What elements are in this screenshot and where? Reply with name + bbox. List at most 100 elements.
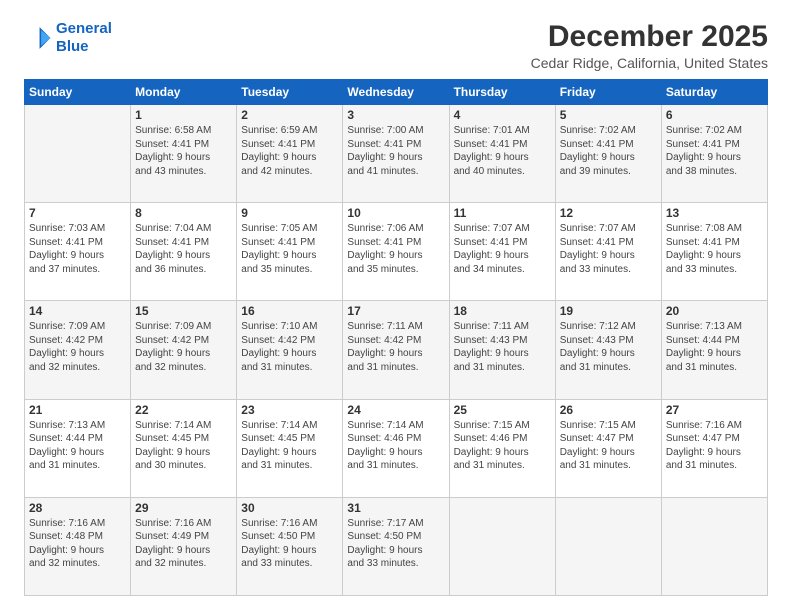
table-row: 27Sunrise: 7:16 AMSunset: 4:47 PMDayligh… [661, 399, 767, 497]
logo: General Blue [24, 20, 112, 56]
table-row [449, 497, 555, 595]
day-info: Sunrise: 7:08 AMSunset: 4:41 PMDaylight:… [666, 222, 763, 276]
day-number: 15 [135, 304, 232, 318]
calendar-week-3: 14 Sunrise: 7:09 AMSunset: 4:42 PMDayligh… [25, 301, 768, 399]
day-info: Sunrise: 7:15 AMSunset: 4:46 PMDaylight:… [454, 419, 551, 473]
day-number: 13 [666, 206, 763, 220]
day-number: 10 [347, 206, 444, 220]
table-row: 7Sunrise: 7:03 AMSunset: 4:41 PMDaylight… [25, 203, 131, 301]
day-info: Sunrise: 7:14 AMSunset: 4:45 PMDaylight:… [241, 419, 338, 473]
header: General Blue December 2025 Cedar Ridge, … [24, 20, 768, 71]
day-info: Sunrise: 7:16 AMSunset: 4:48 PMDaylight:… [29, 517, 126, 571]
table-row: 28 Sunrise: 7:16 AMSunset: 4:48 PMDayligh… [25, 497, 131, 595]
logo-text: General Blue [56, 20, 112, 56]
title-block: December 2025 Cedar Ridge, California, U… [531, 20, 768, 71]
table-row: 6 Sunrise: 7:02 AMSunset: 4:41 PMDaylight… [661, 105, 767, 203]
day-info: Sunrise: 7:13 AMSunset: 4:44 PMDaylight:… [666, 320, 763, 374]
day-number: 14 [29, 304, 126, 318]
day-info: Sunrise: 7:06 AMSunset: 4:41 PMDaylight:… [347, 222, 444, 276]
header-wednesday: Wednesday [343, 80, 449, 105]
day-number: 6 [666, 108, 763, 122]
day-number: 19 [560, 304, 657, 318]
table-row: 20Sunrise: 7:13 AMSunset: 4:44 PMDayligh… [661, 301, 767, 399]
calendar-table: Sunday Monday Tuesday Wednesday Thursday… [24, 79, 768, 596]
day-number: 22 [135, 403, 232, 417]
page: General Blue December 2025 Cedar Ridge, … [0, 0, 792, 612]
day-number: 21 [29, 403, 126, 417]
table-row: 18 Sunrise: 7:11 AMSunset: 4:43 PMDayligh… [449, 301, 555, 399]
day-info: Sunrise: 7:01 AMSunset: 4:41 PMDaylight:… [454, 124, 551, 178]
day-number: 28 [29, 501, 126, 515]
calendar-header-row: Sunday Monday Tuesday Wednesday Thursday… [25, 80, 768, 105]
table-row: 31 Sunrise: 7:17 AMSunset: 4:50 PMDayligh… [343, 497, 449, 595]
day-number: 9 [241, 206, 338, 220]
table-row: 11Sunrise: 7:07 AMSunset: 4:41 PMDayligh… [449, 203, 555, 301]
day-info: Sunrise: 7:11 AMSunset: 4:42 PMDaylight:… [347, 320, 444, 374]
day-number: 24 [347, 403, 444, 417]
calendar-week-2: 7Sunrise: 7:03 AMSunset: 4:41 PMDaylight… [25, 203, 768, 301]
day-info: Sunrise: 6:59 AMSunset: 4:41 PMDaylight:… [241, 124, 338, 178]
day-number: 18 [454, 304, 551, 318]
day-info: Sunrise: 7:13 AMSunset: 4:44 PMDaylight:… [29, 419, 126, 473]
day-number: 12 [560, 206, 657, 220]
calendar-week-1: 1 Sunrise: 6:58 AMSunset: 4:41 PMDaylight… [25, 105, 768, 203]
table-row: 30 Sunrise: 7:16 AMSunset: 4:50 PMDayligh… [237, 497, 343, 595]
table-row: 8 Sunrise: 7:04 AMSunset: 4:41 PMDaylight… [131, 203, 237, 301]
subtitle: Cedar Ridge, California, United States [531, 55, 768, 71]
main-title: December 2025 [531, 20, 768, 53]
table-row: 26 Sunrise: 7:15 AMSunset: 4:47 PMDayligh… [555, 399, 661, 497]
table-row: 1 Sunrise: 6:58 AMSunset: 4:41 PMDaylight… [131, 105, 237, 203]
day-info: Sunrise: 7:16 AMSunset: 4:50 PMDaylight:… [241, 517, 338, 571]
table-row: 2 Sunrise: 6:59 AMSunset: 4:41 PMDaylight… [237, 105, 343, 203]
day-info: Sunrise: 7:07 AMSunset: 4:41 PMDaylight:… [560, 222, 657, 276]
table-row: 14 Sunrise: 7:09 AMSunset: 4:42 PMDayligh… [25, 301, 131, 399]
day-number: 30 [241, 501, 338, 515]
table-row: 9Sunrise: 7:05 AMSunset: 4:41 PMDaylight… [237, 203, 343, 301]
day-info: Sunrise: 7:00 AMSunset: 4:41 PMDaylight:… [347, 124, 444, 178]
day-number: 26 [560, 403, 657, 417]
header-monday: Monday [131, 80, 237, 105]
table-row: 17 Sunrise: 7:11 AMSunset: 4:42 PMDayligh… [343, 301, 449, 399]
day-info: Sunrise: 7:15 AMSunset: 4:47 PMDaylight:… [560, 419, 657, 473]
header-friday: Friday [555, 80, 661, 105]
calendar-week-4: 21 Sunrise: 7:13 AMSunset: 4:44 PMDayligh… [25, 399, 768, 497]
table-row: 5 Sunrise: 7:02 AMSunset: 4:41 PMDaylight… [555, 105, 661, 203]
day-number: 2 [241, 108, 338, 122]
day-number: 1 [135, 108, 232, 122]
day-info: Sunrise: 6:58 AMSunset: 4:41 PMDaylight:… [135, 124, 232, 178]
day-info: Sunrise: 7:09 AMSunset: 4:42 PMDaylight:… [29, 320, 126, 374]
day-info: Sunrise: 7:16 AMSunset: 4:47 PMDaylight:… [666, 419, 763, 473]
day-number: 29 [135, 501, 232, 515]
day-number: 4 [454, 108, 551, 122]
day-info: Sunrise: 7:02 AMSunset: 4:41 PMDaylight:… [560, 124, 657, 178]
day-info: Sunrise: 7:12 AMSunset: 4:43 PMDaylight:… [560, 320, 657, 374]
day-info: Sunrise: 7:03 AMSunset: 4:41 PMDaylight:… [29, 222, 126, 276]
logo-icon [24, 24, 52, 52]
day-info: Sunrise: 7:10 AMSunset: 4:42 PMDaylight:… [241, 320, 338, 374]
day-info: Sunrise: 7:14 AMSunset: 4:46 PMDaylight:… [347, 419, 444, 473]
table-row: 19 Sunrise: 7:12 AMSunset: 4:43 PMDayligh… [555, 301, 661, 399]
day-number: 5 [560, 108, 657, 122]
table-row [661, 497, 767, 595]
header-thursday: Thursday [449, 80, 555, 105]
day-number: 25 [454, 403, 551, 417]
day-number: 17 [347, 304, 444, 318]
table-row [25, 105, 131, 203]
day-info: Sunrise: 7:07 AMSunset: 4:41 PMDaylight:… [454, 222, 551, 276]
table-row: 25 Sunrise: 7:15 AMSunset: 4:46 PMDayligh… [449, 399, 555, 497]
day-info: Sunrise: 7:17 AMSunset: 4:50 PMDaylight:… [347, 517, 444, 571]
table-row: 21 Sunrise: 7:13 AMSunset: 4:44 PMDayligh… [25, 399, 131, 497]
table-row: 29Sunrise: 7:16 AMSunset: 4:49 PMDayligh… [131, 497, 237, 595]
day-number: 8 [135, 206, 232, 220]
day-info: Sunrise: 7:11 AMSunset: 4:43 PMDaylight:… [454, 320, 551, 374]
day-info: Sunrise: 7:14 AMSunset: 4:45 PMDaylight:… [135, 419, 232, 473]
table-row: 3 Sunrise: 7:00 AMSunset: 4:41 PMDaylight… [343, 105, 449, 203]
day-info: Sunrise: 7:09 AMSunset: 4:42 PMDaylight:… [135, 320, 232, 374]
table-row: 12 Sunrise: 7:07 AMSunset: 4:41 PMDayligh… [555, 203, 661, 301]
day-info: Sunrise: 7:02 AMSunset: 4:41 PMDaylight:… [666, 124, 763, 178]
day-info: Sunrise: 7:04 AMSunset: 4:41 PMDaylight:… [135, 222, 232, 276]
table-row: 24 Sunrise: 7:14 AMSunset: 4:46 PMDayligh… [343, 399, 449, 497]
day-number: 31 [347, 501, 444, 515]
day-number: 3 [347, 108, 444, 122]
table-row: 4 Sunrise: 7:01 AMSunset: 4:41 PMDaylight… [449, 105, 555, 203]
